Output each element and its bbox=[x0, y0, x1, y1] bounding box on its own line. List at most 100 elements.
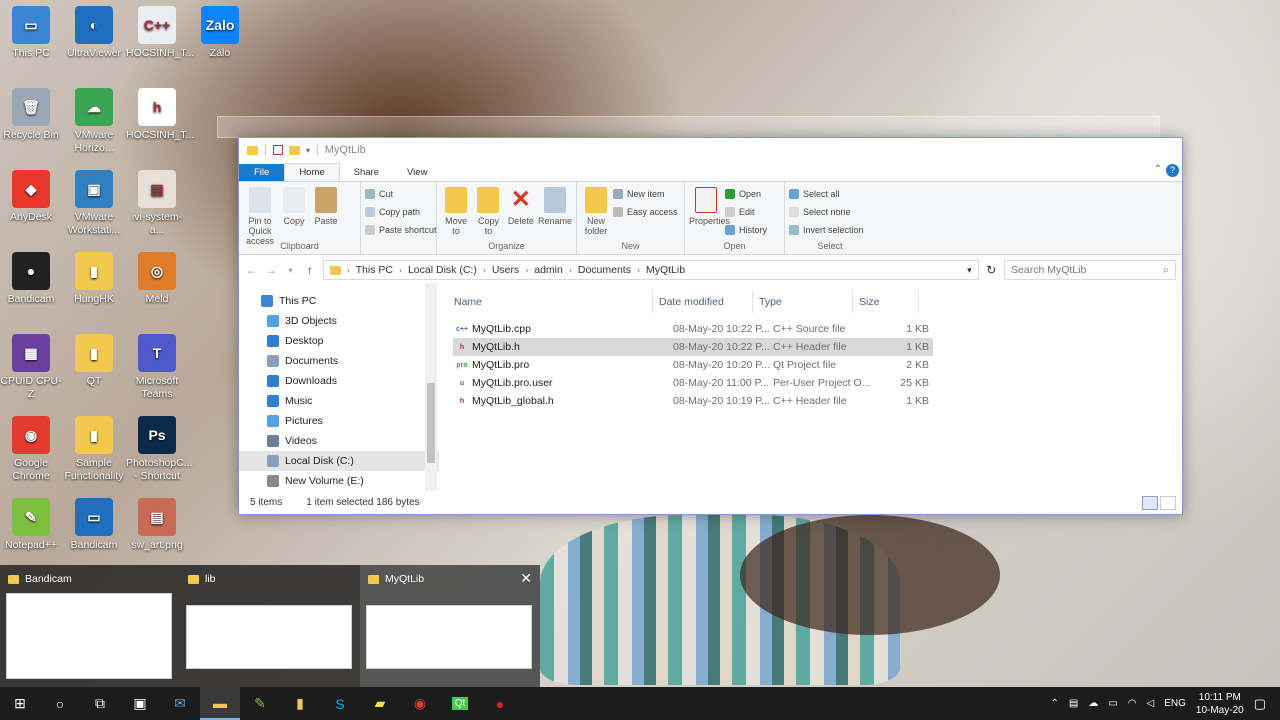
large-icons-view-icon[interactable] bbox=[1160, 496, 1176, 510]
address-bar[interactable]: › This PC › Local Disk (C:) › Users › admin › Doc… bbox=[322, 260, 979, 280]
select-none-button[interactable]: Select none bbox=[789, 205, 864, 219]
refresh-icon[interactable]: ↻ bbox=[985, 263, 998, 277]
desktop-icon[interactable]: ● Bandicam bbox=[0, 252, 62, 306]
wifi-icon[interactable]: ◠ bbox=[1128, 698, 1137, 709]
desktop-icon[interactable]: ◆ AnyDesk bbox=[0, 170, 62, 224]
select-all-button[interactable]: Select all bbox=[789, 187, 864, 201]
col-name[interactable]: Name bbox=[439, 291, 653, 313]
file-row[interactable]: h MyQtLib_global.h 08-May-20 10:19 P... C++… bbox=[453, 392, 933, 410]
forward-arrow-icon[interactable]: → bbox=[264, 263, 277, 277]
col-date[interactable]: Date modified bbox=[653, 291, 753, 313]
cut-button[interactable]: Cut bbox=[365, 187, 437, 201]
chrome-button[interactable]: ◉ bbox=[400, 687, 440, 720]
desktop-icon[interactable]: ▤ sw_art.png bbox=[126, 498, 188, 552]
desktop-icon[interactable]: ▤ ivi-system-a... bbox=[126, 170, 188, 237]
alttab-item-lib[interactable]: lib bbox=[180, 565, 360, 687]
desktop-icon[interactable]: Zalo Zalo bbox=[189, 6, 251, 60]
breadcrumb-item[interactable]: Users bbox=[492, 264, 519, 276]
breadcrumb-item[interactable]: This PC bbox=[356, 264, 393, 276]
collapse-ribbon-icon[interactable]: ⌃ bbox=[1154, 164, 1162, 175]
col-size[interactable]: Size bbox=[853, 291, 919, 313]
tab-view[interactable]: View bbox=[393, 164, 441, 181]
clock[interactable]: 10:11 PM 10-May-20 bbox=[1196, 691, 1244, 717]
alttab-item-bandicam[interactable]: Bandicam bbox=[0, 565, 180, 687]
back-arrow-icon[interactable]: ← bbox=[245, 263, 258, 277]
nav-item[interactable]: This PC bbox=[239, 291, 439, 311]
new-item-button[interactable]: New item bbox=[613, 187, 678, 201]
desktop-icon[interactable]: ◎ Meld bbox=[126, 252, 188, 306]
desktop-icon[interactable]: C++ HOCSINH_T... bbox=[126, 6, 194, 60]
desktop-icon[interactable]: ▮ Sample Functionality bbox=[63, 416, 125, 483]
nav-item[interactable]: New Volume (E:) bbox=[239, 471, 439, 491]
cloud-icon[interactable]: ☁ bbox=[1088, 698, 1098, 709]
breadcrumb-item[interactable]: Local Disk (C:) bbox=[408, 264, 477, 276]
store-button[interactable]: ▣ bbox=[120, 687, 160, 720]
nav-item[interactable]: Downloads bbox=[239, 371, 439, 391]
cortana-button[interactable]: ○ bbox=[40, 687, 80, 720]
desktop-icon[interactable]: ◉ Google Chrome bbox=[0, 416, 62, 483]
copy-path-button[interactable]: Copy path bbox=[365, 205, 437, 219]
address-dropdown-icon[interactable]: ▾ bbox=[967, 265, 972, 276]
desktop-icon[interactable]: ▭ Bandicam bbox=[63, 498, 125, 552]
nav-scrollbar[interactable] bbox=[425, 283, 437, 491]
breadcrumb-separator-icon[interactable]: › bbox=[483, 265, 486, 275]
network-icon[interactable]: ▤ bbox=[1069, 698, 1078, 709]
nav-item[interactable]: Videos bbox=[239, 431, 439, 451]
desktop-icon[interactable]: T Microsoft Teams bbox=[126, 334, 188, 401]
breadcrumb-separator-icon[interactable]: › bbox=[399, 265, 402, 275]
desktop-icon[interactable]: ◐ UltraViewer bbox=[63, 6, 125, 60]
desktop-icon[interactable]: ▦ CPUID CPU-Z bbox=[0, 334, 62, 401]
breadcrumb-separator-icon[interactable]: › bbox=[569, 265, 572, 275]
explorer-button[interactable]: ▬ bbox=[200, 687, 240, 720]
notepadpp-button[interactable]: ✎ bbox=[240, 687, 280, 720]
invert-selection-button[interactable]: Invert selection bbox=[789, 223, 864, 237]
desktop-icon[interactable]: 🗑 Recycle Bin bbox=[0, 88, 62, 142]
breadcrumb-separator-icon[interactable]: › bbox=[525, 265, 528, 275]
task-view-button[interactable]: ⧉ bbox=[80, 687, 120, 720]
file-list[interactable]: Name Date modified Type Size c++ MyQtLib.… bbox=[439, 283, 1182, 491]
desktop-icon[interactable]: ▮ HungHK bbox=[63, 252, 125, 306]
desktop-icon[interactable]: ✎ Notepad++ bbox=[0, 498, 62, 552]
desktop-icon[interactable]: ▭ This PC bbox=[0, 6, 62, 60]
battery-icon[interactable]: ▭ bbox=[1108, 698, 1117, 709]
file-row[interactable]: u MyQtLib.pro.user 08-May-20 11:00 P... Per… bbox=[453, 374, 933, 392]
qtcreator-button[interactable]: Qt bbox=[440, 687, 480, 720]
edit-button[interactable]: Edit bbox=[725, 205, 767, 219]
history-button[interactable]: History bbox=[725, 223, 767, 237]
breadcrumb-item[interactable]: Documents bbox=[578, 264, 631, 276]
volume-icon[interactable]: ◁ bbox=[1147, 698, 1155, 709]
file-row[interactable]: pro MyQtLib.pro 08-May-20 10:20 P... Qt Pro… bbox=[453, 356, 933, 374]
tab-share[interactable]: Share bbox=[340, 164, 393, 181]
nav-item[interactable]: Music bbox=[239, 391, 439, 411]
col-type[interactable]: Type bbox=[753, 291, 853, 313]
file-row[interactable]: h MyQtLib.h 08-May-20 10:22 P... C++ Header… bbox=[453, 338, 933, 356]
desktop-icon[interactable]: ☁ VMware Horizo... bbox=[63, 88, 125, 155]
file-row[interactable]: c++ MyQtLib.cpp 08-May-20 10:22 P... C++ So… bbox=[453, 320, 933, 338]
nav-item[interactable]: Local Disk (C:) bbox=[239, 451, 439, 471]
breadcrumb-separator-icon[interactable]: › bbox=[347, 265, 350, 275]
recent-chevron-icon[interactable]: ▾ bbox=[284, 266, 297, 275]
breadcrumb-item[interactable]: MyQtLib bbox=[646, 264, 685, 276]
tab-file[interactable]: File bbox=[239, 164, 285, 181]
chevron-up-icon[interactable]: ⌃ bbox=[1050, 698, 1058, 709]
start-button[interactable]: ⊞ bbox=[0, 687, 40, 720]
notifications-icon[interactable]: ▢ bbox=[1254, 696, 1266, 712]
breadcrumb-separator-icon[interactable]: › bbox=[637, 265, 640, 275]
help-icon[interactable]: ? bbox=[1166, 164, 1179, 177]
properties-icon[interactable] bbox=[272, 145, 283, 155]
up-arrow-icon[interactable]: ↑ bbox=[303, 263, 316, 277]
alttab-item-myqtlib[interactable]: MyQtLib ✕ bbox=[360, 565, 540, 687]
open-button[interactable]: Open bbox=[725, 187, 767, 201]
bandicam-button[interactable]: ● bbox=[480, 687, 520, 720]
explorer-window[interactable]: | ▾ | MyQtLib File Home Share View ⌃ ? P… bbox=[238, 137, 1183, 515]
desktop-icon[interactable]: ▣ VMware Workstati... bbox=[63, 170, 125, 237]
desktop-icon[interactable]: ▮ QT bbox=[63, 334, 125, 388]
nav-item[interactable]: Desktop bbox=[239, 331, 439, 351]
nav-scroll-thumb[interactable] bbox=[427, 383, 435, 463]
mail-button[interactable]: ✉ bbox=[160, 687, 200, 720]
paste-shortcut-button[interactable]: Paste shortcut bbox=[365, 223, 437, 237]
desktop-icon[interactable]: Ps PhotoshopC... - Shortcut bbox=[126, 416, 193, 483]
language[interactable]: ENG bbox=[1164, 698, 1186, 709]
folder-button[interactable]: ▮ bbox=[280, 687, 320, 720]
sticky-notes-button[interactable]: ▰ bbox=[360, 687, 400, 720]
